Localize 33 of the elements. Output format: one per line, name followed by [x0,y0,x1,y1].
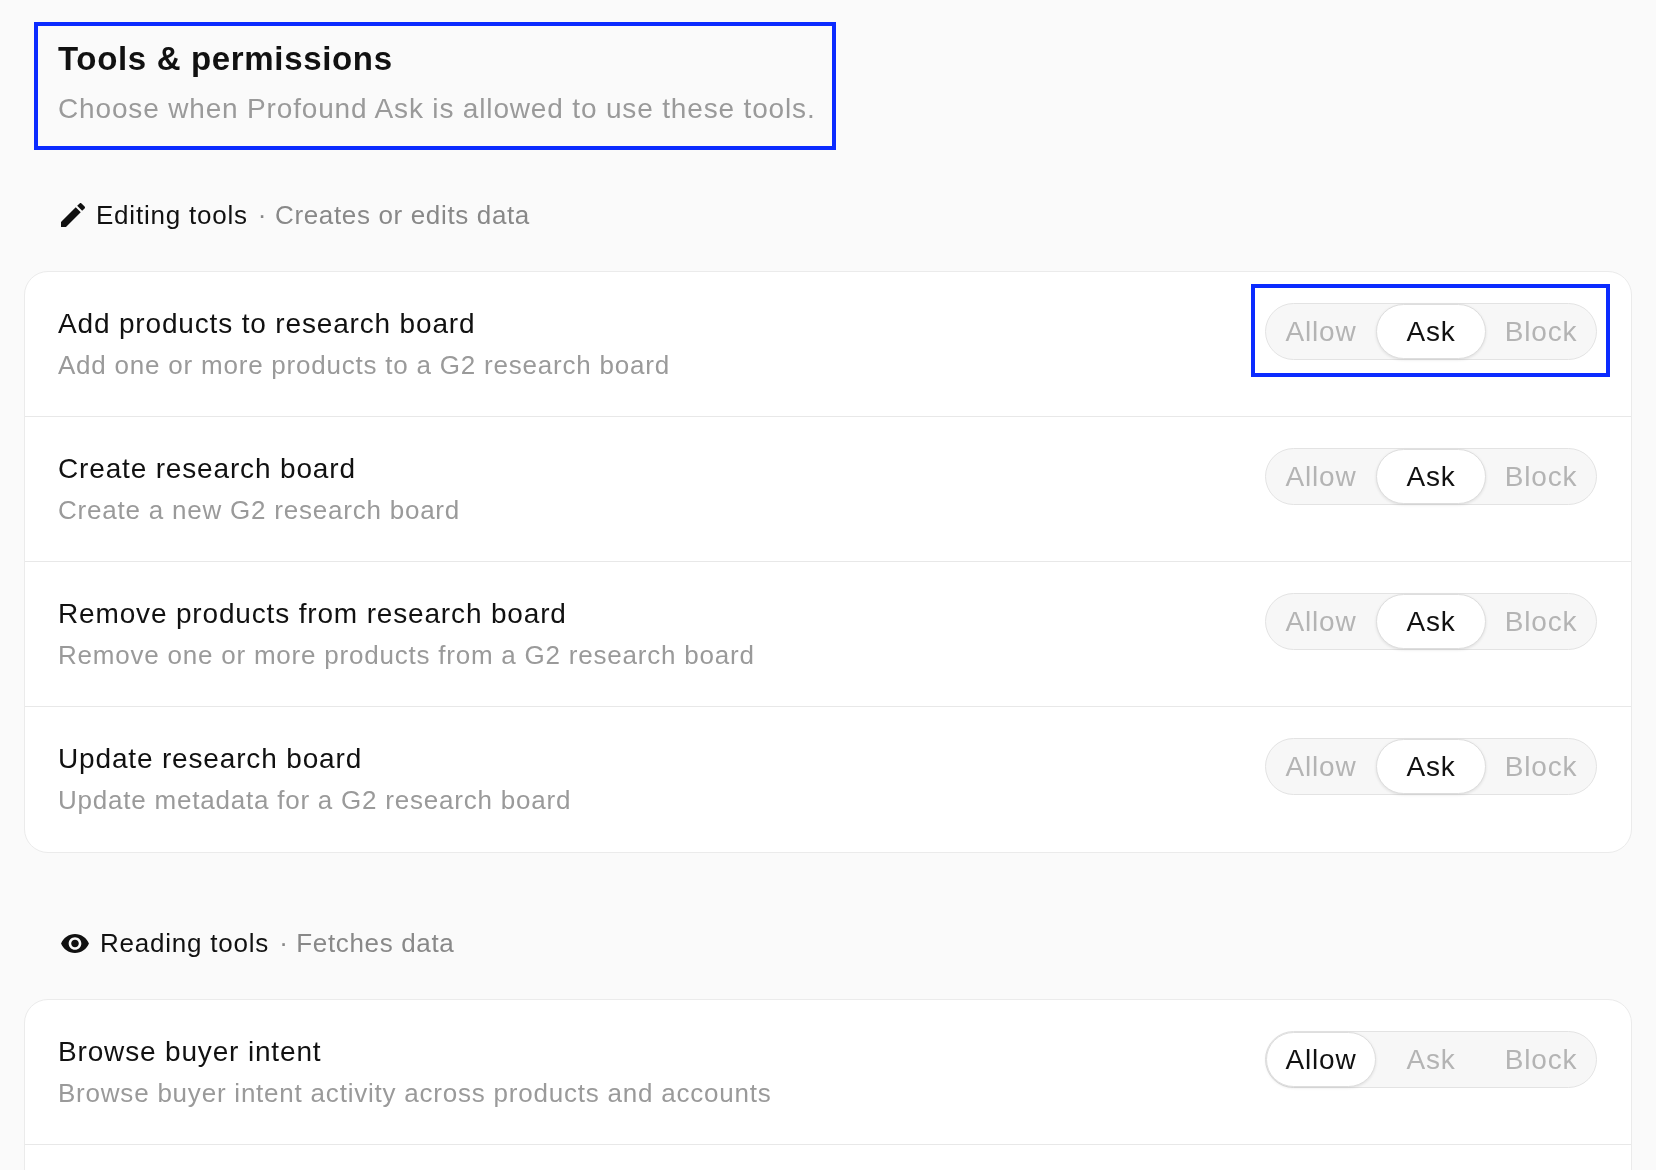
permission-option[interactable]: Ask [1376,449,1486,504]
permission-option[interactable]: Ask [1376,1032,1486,1087]
permission-option[interactable]: Allow [1266,1032,1376,1087]
tool-name: Browse buyer intent [58,1035,322,1069]
permission-option[interactable]: Ask [1376,594,1486,649]
tool-description: Add one or more products to a G2 research board [58,349,670,381]
tool-description: Browse buyer intent activity across products and accounts [58,1077,772,1109]
section-title: Editing tools [96,198,248,232]
section-title: Reading tools [100,926,270,960]
permission-option[interactable]: Allow [1266,594,1376,649]
eye-icon [61,933,89,953]
tool-description: Remove one or more products from a G2 research board [58,639,755,671]
tool-description: Create a new G2 research board [58,494,461,526]
permission-option[interactable]: Block [1486,739,1596,794]
permission-option[interactable]: Ask [1376,304,1486,359]
permission-option[interactable]: Block [1486,1032,1596,1087]
permission-option[interactable]: Allow [1266,739,1376,794]
permission-option[interactable]: Block [1486,594,1596,649]
permission-option[interactable]: Allow [1266,304,1376,359]
permission-option[interactable]: Ask [1376,739,1486,794]
page-title: Tools & permissions [58,39,394,79]
pencil-icon [61,203,85,227]
permission-option[interactable]: Block [1486,449,1596,504]
page-subtitle: Choose when Profound Ask is allowed to use these tools. [58,92,816,126]
tool-name: Remove products from research board [58,597,567,631]
section-description: · Creates or edits data [257,198,530,232]
permission-option[interactable]: Allow [1266,449,1376,504]
permission-option[interactable]: Block [1486,304,1596,359]
tool-name: Create research board [58,452,356,486]
tool-name: Add products to research board [58,307,476,341]
tool-name: Update research board [58,742,363,776]
tool-description: Update metadata for a G2 research board [58,784,572,816]
section-description: · Fetches data [279,926,455,960]
